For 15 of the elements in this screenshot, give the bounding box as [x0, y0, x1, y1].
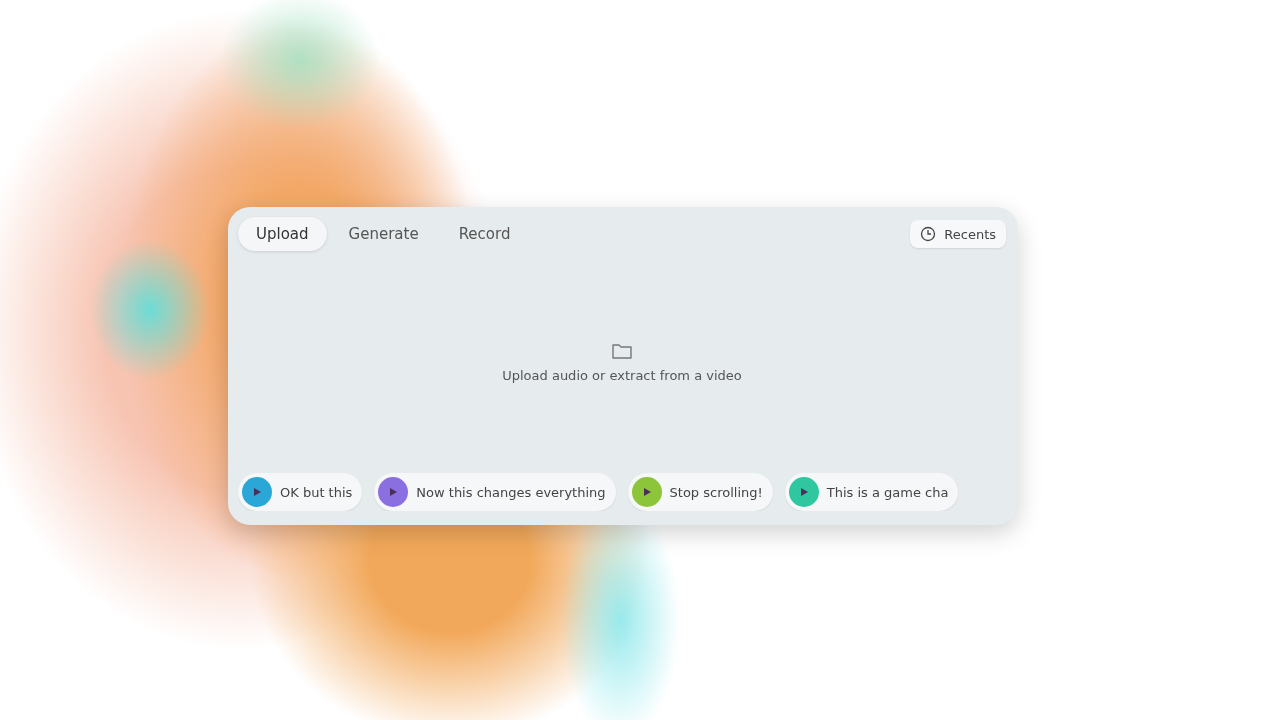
- tab[interactable]: Upload: [238, 217, 327, 251]
- tab[interactable]: Generate: [330, 217, 437, 251]
- sample-chip[interactable]: Stop scrolling!: [627, 473, 773, 511]
- recents-button[interactable]: Recents: [910, 220, 1006, 248]
- sample-chip[interactable]: OK but this: [238, 473, 363, 511]
- upload-hint: Upload audio or extract from a video: [502, 367, 742, 383]
- play-icon: [252, 487, 262, 497]
- play-icon: [388, 487, 399, 497]
- sample-chip[interactable]: This is a game cha: [784, 473, 959, 511]
- clock-icon: [920, 226, 937, 242]
- play-icon: [641, 487, 652, 497]
- folder-icon: [611, 341, 633, 360]
- tab[interactable]: Record: [440, 217, 529, 251]
- play-icon: [798, 487, 809, 497]
- sample-chip[interactable]: Now this changes everything: [374, 473, 616, 511]
